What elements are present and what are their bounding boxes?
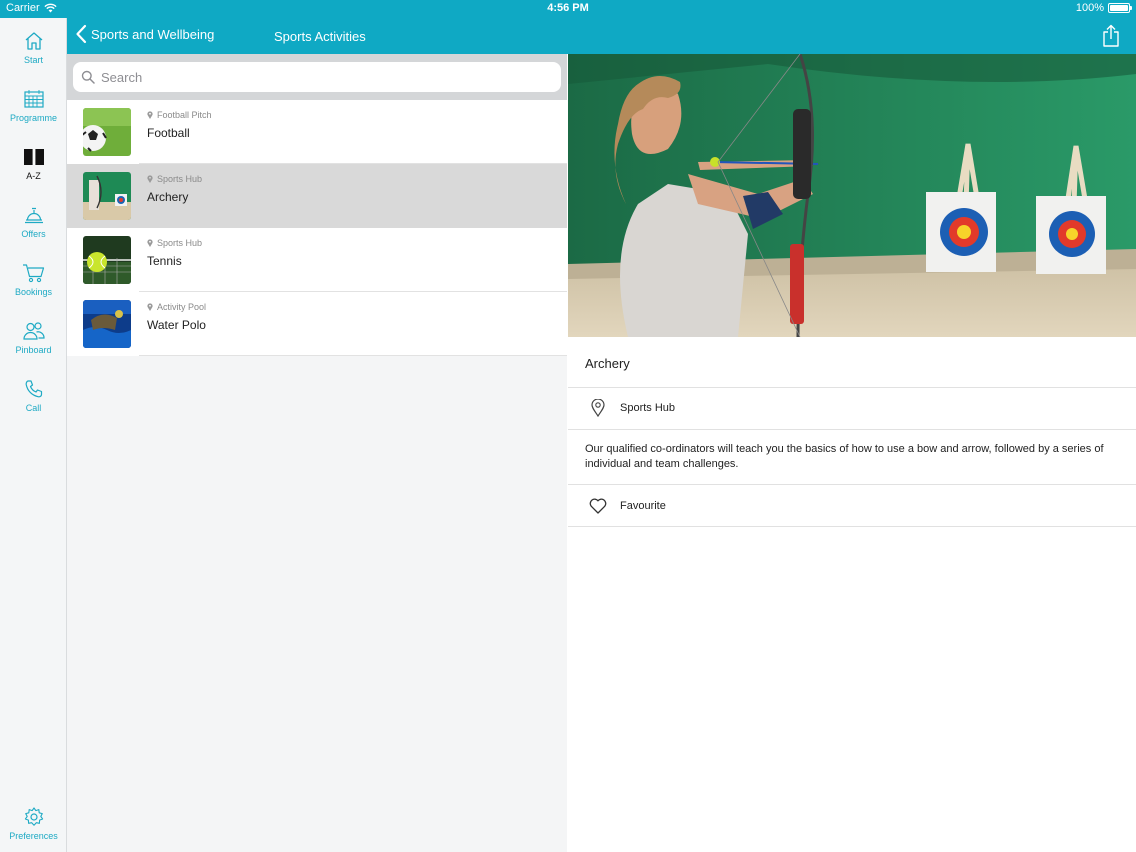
divider	[568, 429, 1136, 430]
pin-icon	[147, 303, 153, 311]
sidebar-item-pinboard[interactable]: Pinboard	[0, 320, 67, 372]
list-item-archery[interactable]: Sports Hub Archery	[67, 164, 567, 228]
activity-list-pane: Football Pitch Football Sports Hub Arche…	[67, 54, 567, 852]
list-item-water-polo[interactable]: Activity Pool Water Polo	[67, 292, 567, 356]
sidebar-item-label: Start	[23, 55, 43, 65]
detail-location-label: Sports Hub	[620, 402, 676, 414]
list-item-name: Tennis	[147, 254, 182, 268]
favourite-label: Favourite	[620, 500, 666, 512]
list-item-location-label: Sports Hub	[157, 174, 203, 184]
sidebar-item-label: Bookings	[14, 287, 53, 297]
favourite-button[interactable]: Favourite	[568, 486, 1136, 526]
heart-icon	[587, 495, 609, 517]
divider	[568, 526, 1136, 527]
phone-icon	[25, 380, 42, 398]
list-item-tennis[interactable]: Sports Hub Tennis	[67, 228, 567, 292]
back-label: Sports and Wellbeing	[91, 26, 215, 42]
list-item-name: Water Polo	[147, 318, 206, 332]
detail-location-row[interactable]: Sports Hub	[568, 388, 1136, 428]
chevron-left-icon	[76, 24, 87, 44]
search-input[interactable]	[101, 69, 541, 85]
sidebar-item-a-z[interactable]: A-Z	[0, 146, 67, 198]
water-polo-thumbnail	[83, 300, 131, 348]
battery-percent: 100%	[1075, 2, 1104, 14]
activity-list: Football Pitch Football Sports Hub Arche…	[67, 100, 567, 356]
sidebar-item-label: Preferences	[9, 831, 58, 841]
cart-icon	[22, 264, 44, 283]
pin-icon	[147, 175, 153, 183]
navigation-bar: Sports and Wellbeing Sports Activities	[67, 18, 1136, 54]
detail-title: Archery	[585, 356, 630, 371]
sidebar-item-preferences[interactable]: Preferences	[0, 806, 67, 852]
sidebar-item-label: Pinboard	[15, 345, 52, 355]
search-field[interactable]	[73, 62, 561, 92]
search-icon	[81, 70, 95, 84]
sidebar-item-label: A-Z	[26, 171, 41, 181]
book-icon	[23, 149, 44, 165]
sidebar-item-start[interactable]: Start	[0, 30, 67, 82]
battery-fill	[1110, 5, 1128, 11]
gear-icon	[24, 807, 43, 826]
sidebar-item-label: Offers	[21, 229, 46, 239]
home-icon	[25, 32, 42, 50]
archery-thumbnail	[83, 172, 131, 220]
people-icon	[22, 322, 45, 340]
sidebar-item-label: Programme	[9, 113, 57, 123]
hero-image	[568, 54, 1136, 337]
list-item-location-label: Activity Pool	[157, 302, 207, 312]
battery: 100%	[1075, 2, 1132, 14]
list-item-name: Football	[147, 126, 190, 140]
list-item-football[interactable]: Football Pitch Football	[67, 100, 567, 164]
back-button[interactable]: Sports and Wellbeing	[75, 24, 214, 44]
share-icon	[1103, 24, 1119, 47]
list-item-location-label: Football Pitch	[157, 110, 212, 120]
location-pin-icon	[587, 397, 609, 419]
page-title: Sports Activities	[274, 29, 366, 44]
list-empty-area	[67, 356, 567, 852]
sidebar: Start Programme A-Z Offers Bookings Pinb…	[0, 18, 67, 852]
status-bar: Carrier 4:56 PM 100%	[0, 0, 1136, 18]
clock: 4:56 PM	[547, 2, 589, 14]
sidebar-item-bookings[interactable]: Bookings	[0, 262, 67, 314]
tennis-thumbnail	[83, 236, 131, 284]
sidebar-item-offers[interactable]: Offers	[0, 204, 67, 256]
calendar-icon	[23, 90, 44, 108]
divider	[568, 484, 1136, 485]
list-item-location: Football Pitch	[147, 110, 212, 120]
detail-description: Our qualified co-ordinators will teach y…	[585, 443, 1104, 470]
pin-icon	[147, 111, 153, 119]
share-button[interactable]	[1102, 24, 1120, 53]
sidebar-item-label: Call	[25, 403, 42, 413]
list-item-location: Sports Hub	[147, 238, 202, 248]
pin-icon	[147, 239, 153, 247]
football-thumbnail	[83, 108, 131, 156]
search-bar	[67, 54, 567, 100]
sidebar-item-programme[interactable]: Programme	[0, 88, 67, 140]
list-item-location: Activity Pool	[147, 302, 206, 312]
bell-icon	[24, 207, 43, 224]
list-item-name: Archery	[147, 190, 189, 204]
detail-pane: Archery Sports Hub Our qualified co-ordi…	[568, 54, 1136, 852]
list-item-location: Sports Hub	[147, 174, 202, 184]
list-item-location-label: Sports Hub	[157, 238, 203, 248]
sidebar-item-call[interactable]: Call	[0, 378, 67, 430]
battery-icon	[1108, 3, 1132, 13]
